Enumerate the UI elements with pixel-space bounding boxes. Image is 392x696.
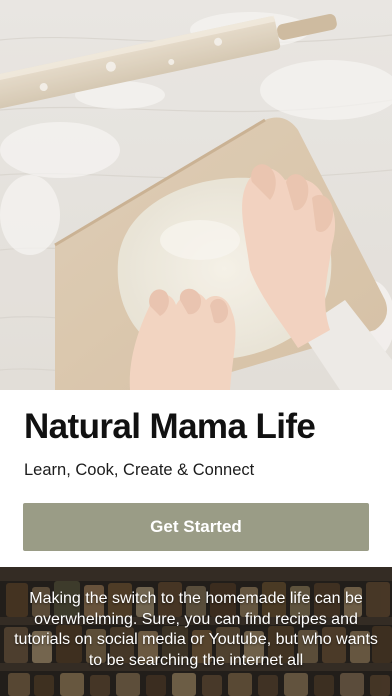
kneading-dough-illustration bbox=[0, 0, 392, 390]
tagline: Learn, Cook, Create & Connect bbox=[24, 461, 255, 479]
intro-paragraph: Making the switch to the homemade life c… bbox=[14, 590, 378, 669]
app-title: Natural Mama Life bbox=[24, 407, 316, 446]
get-started-button[interactable]: Get Started bbox=[23, 503, 369, 551]
hero-image bbox=[0, 0, 392, 390]
intro-banner: Making the switch to the homemade life c… bbox=[0, 567, 392, 696]
welcome-screen: Natural Mama Life Learn, Cook, Create & … bbox=[0, 0, 392, 696]
